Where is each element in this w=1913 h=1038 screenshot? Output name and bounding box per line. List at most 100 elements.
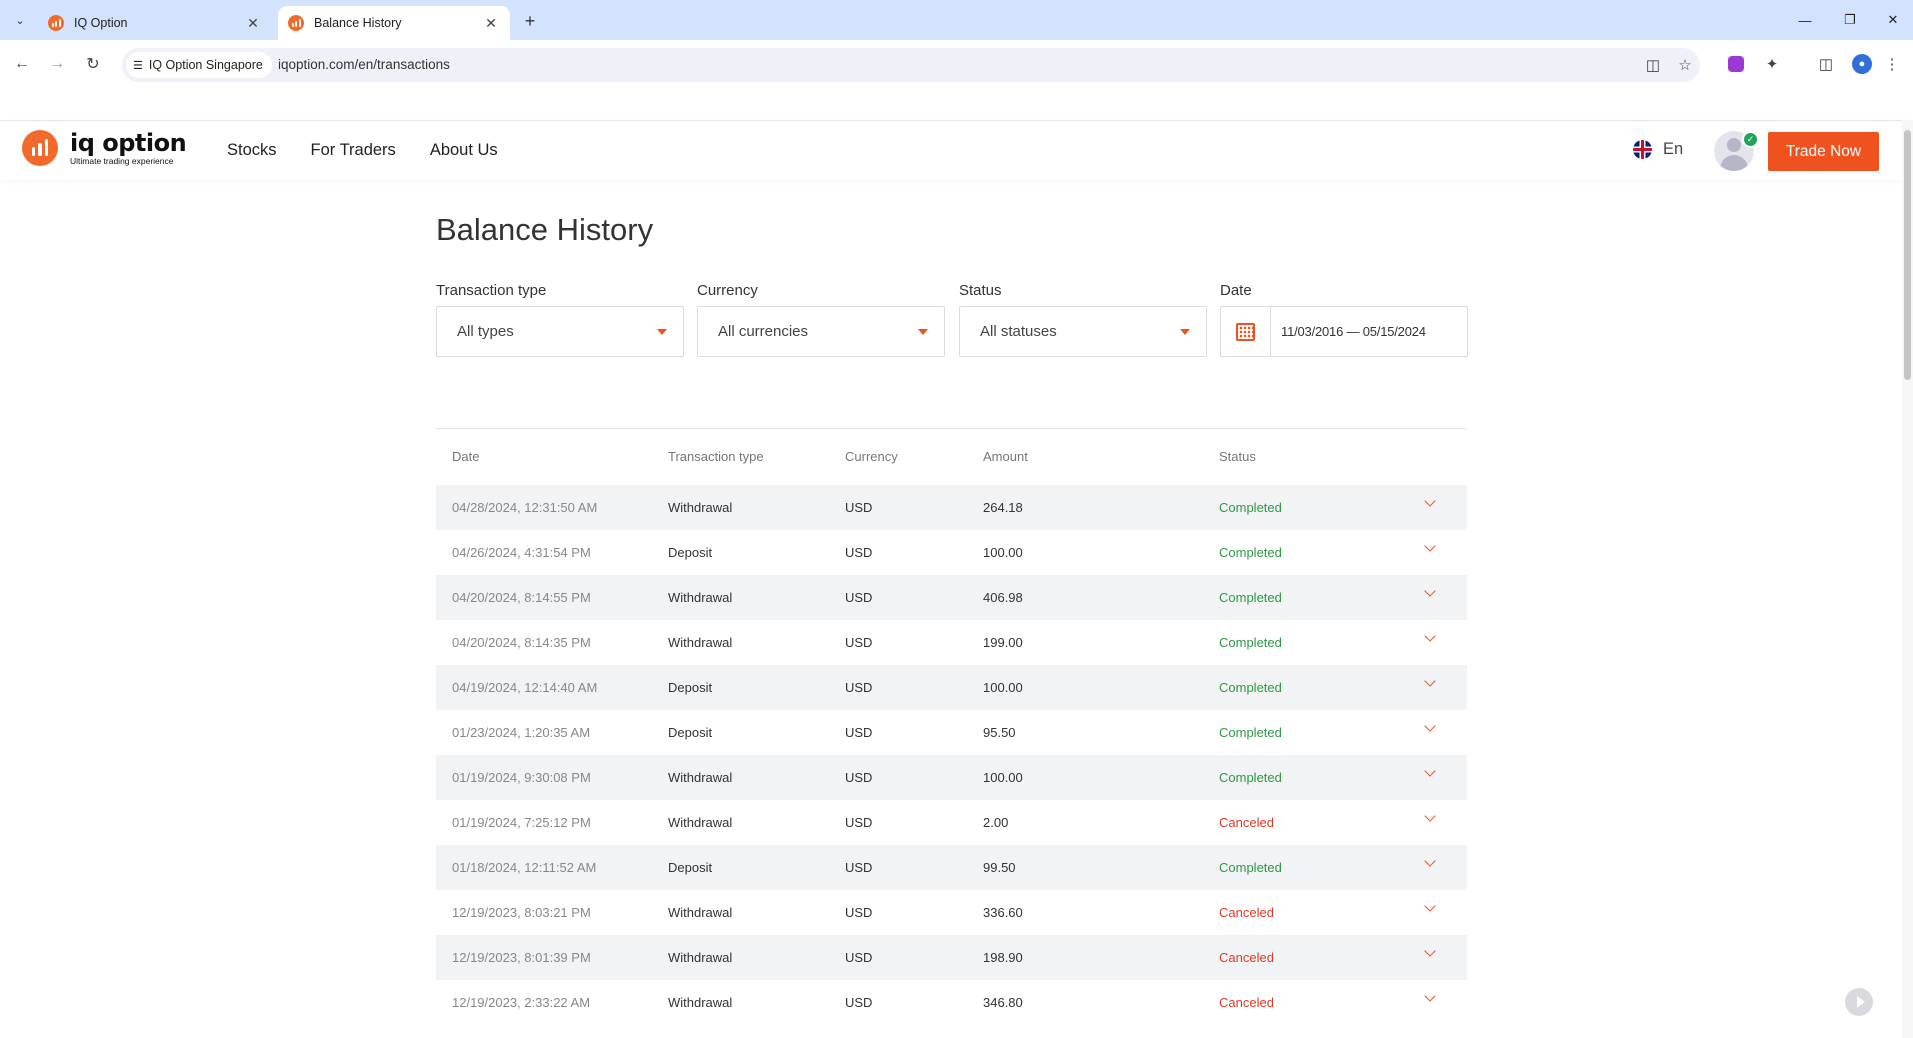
- play-icon[interactable]: [1845, 988, 1873, 1016]
- tab-balance-history[interactable]: Balance History ✕: [278, 6, 510, 40]
- cell-currency: USD: [845, 590, 873, 605]
- extension-purple-icon[interactable]: [1722, 50, 1750, 78]
- cell-transaction-type: Withdrawal: [668, 815, 733, 830]
- minimize-icon[interactable]: —: [1785, 6, 1825, 34]
- col-amount: Amount: [983, 449, 1028, 464]
- chevron-down-icon[interactable]: [1424, 675, 1436, 687]
- site-header: iq option Ultimate trading experience St…: [0, 120, 1913, 180]
- nav-stocks[interactable]: Stocks: [227, 141, 277, 160]
- cell-status: Completed: [1219, 635, 1282, 650]
- close-tab-icon[interactable]: ✕: [482, 14, 500, 32]
- side-panel-icon[interactable]: ◫: [1812, 50, 1840, 78]
- cell-currency: USD: [845, 770, 873, 785]
- table-row[interactable]: 01/19/2024, 7:25:12 PM Withdrawal USD 2.00 C…: [436, 800, 1467, 845]
- tab-search-icon[interactable]: ⌄: [8, 8, 32, 32]
- more-menu-icon[interactable]: ⋮: [1878, 50, 1906, 78]
- close-window-icon[interactable]: ✕: [1873, 6, 1913, 34]
- table-row[interactable]: 01/18/2024, 12:11:52 AM Deposit USD 99.50 Co…: [436, 845, 1467, 890]
- table-row[interactable]: 01/23/2024, 1:20:35 AM Deposit USD 95.50 Com…: [436, 710, 1467, 755]
- cell-amount: 198.90: [983, 950, 1023, 965]
- reload-icon[interactable]: ↻: [79, 50, 107, 78]
- trade-now-button[interactable]: Trade Now: [1768, 132, 1879, 171]
- extensions-puzzle-icon[interactable]: ✦: [1758, 50, 1786, 78]
- caret-down-icon: [1180, 329, 1190, 335]
- tab-iq-option[interactable]: IQ Option ✕: [38, 6, 272, 40]
- profile-icon[interactable]: ●: [1848, 50, 1876, 78]
- forward-icon[interactable]: →: [43, 50, 71, 78]
- date-range-value: 11/03/2016 — 05/15/2024: [1281, 324, 1426, 339]
- cell-status: Completed: [1219, 725, 1282, 740]
- cell-amount: 99.50: [983, 860, 1016, 875]
- cell-status: Canceled: [1219, 815, 1274, 830]
- chevron-down-icon[interactable]: [1424, 900, 1436, 912]
- cell-status: Completed: [1219, 545, 1282, 560]
- cell-currency: USD: [845, 500, 873, 515]
- table-row[interactable]: 04/28/2024, 12:31:50 AM Withdrawal USD 264.…: [436, 485, 1467, 530]
- cell-transaction-type: Withdrawal: [668, 590, 733, 605]
- table-row[interactable]: 12/19/2023, 8:01:39 PM Withdrawal USD 198.9…: [436, 935, 1467, 980]
- nav-about-us[interactable]: About Us: [430, 141, 498, 160]
- cell-transaction-type: Deposit: [668, 725, 713, 740]
- nav-for-traders[interactable]: For Traders: [311, 141, 396, 160]
- table-row[interactable]: 12/19/2023, 2:33:22 AM Withdrawal USD 346.8…: [436, 980, 1467, 1025]
- cell-transaction-type: Withdrawal: [668, 905, 733, 920]
- chevron-down-icon[interactable]: [1424, 540, 1436, 552]
- cell-date: 12/19/2023, 2:33:22 AM: [452, 995, 591, 1010]
- col-transaction-type: Transaction type: [668, 449, 764, 464]
- filter-transaction-type: Transaction type All types: [436, 282, 684, 357]
- cell-amount: 199.00: [983, 635, 1023, 650]
- chevron-down-icon[interactable]: [1424, 855, 1436, 867]
- language-label: En: [1663, 140, 1684, 158]
- cell-currency: USD: [845, 635, 873, 650]
- cell-transaction-type: Deposit: [668, 680, 713, 695]
- chevron-down-icon[interactable]: [1424, 990, 1436, 1002]
- chevron-down-icon[interactable]: [1424, 585, 1436, 597]
- chevron-down-icon[interactable]: [1424, 765, 1436, 777]
- currency-select[interactable]: All currencies: [697, 306, 945, 357]
- cell-status: Completed: [1219, 860, 1282, 875]
- install-app-icon[interactable]: ◫: [1642, 54, 1664, 76]
- iq-option-logo[interactable]: iq option Ultimate trading experience: [22, 130, 187, 166]
- caret-down-icon: [918, 329, 928, 335]
- status-select[interactable]: All statuses: [959, 306, 1207, 357]
- cell-date: 04/20/2024, 8:14:35 PM: [452, 635, 591, 650]
- site-info-chip[interactable]: ☰ IQ Option Singapore: [126, 52, 272, 78]
- browser-tab-strip: ⌄ IQ Option ✕ Balance History ✕ + — ❐ ✕: [0, 0, 1913, 40]
- cell-currency: USD: [845, 860, 873, 875]
- chevron-down-icon[interactable]: [1424, 630, 1436, 642]
- table-row[interactable]: 04/26/2024, 4:31:54 PM Deposit USD 100.00 Co…: [436, 530, 1467, 575]
- table-row[interactable]: 04/19/2024, 12:14:40 AM Deposit USD 100.00 C…: [436, 665, 1467, 710]
- chevron-down-icon[interactable]: [1424, 720, 1436, 732]
- address-bar[interactable]: ☰ IQ Option Singapore iqoption.com/en/tr…: [122, 48, 1700, 82]
- chevron-down-icon[interactable]: [1424, 495, 1436, 507]
- language-selector[interactable]: En: [1633, 140, 1683, 159]
- restore-icon[interactable]: ❐: [1830, 6, 1870, 34]
- date-range-field[interactable]: 11/03/2016 — 05/15/2024: [1220, 306, 1468, 357]
- transaction-type-select[interactable]: All types: [436, 306, 684, 357]
- page-scrollbar[interactable]: [1902, 120, 1913, 1038]
- main-nav: Stocks For Traders About Us: [227, 141, 498, 160]
- scrollbar-thumb[interactable]: [1904, 130, 1911, 380]
- cell-amount: 336.60: [983, 905, 1023, 920]
- url-text[interactable]: iqoption.com/en/transactions: [278, 57, 450, 72]
- uk-flag-icon: [1633, 140, 1652, 159]
- filter-date: Date 11/03/2016 — 05/15/2024: [1220, 282, 1468, 357]
- chevron-down-icon[interactable]: [1424, 810, 1436, 822]
- cell-status: Canceled: [1219, 950, 1274, 965]
- cell-transaction-type: Withdrawal: [668, 635, 733, 650]
- back-icon[interactable]: ←: [8, 50, 36, 78]
- table-row[interactable]: 01/19/2024, 9:30:08 PM Withdrawal USD 100.0…: [436, 755, 1467, 800]
- cell-date: 04/26/2024, 4:31:54 PM: [452, 545, 591, 560]
- chevron-down-icon[interactable]: [1424, 945, 1436, 957]
- calendar-icon: [1236, 322, 1255, 341]
- new-tab-button[interactable]: +: [518, 9, 542, 33]
- bookmark-star-icon[interactable]: ☆: [1674, 54, 1696, 76]
- cell-amount: 100.00: [983, 770, 1023, 785]
- cell-currency: USD: [845, 545, 873, 560]
- calendar-button[interactable]: [1221, 307, 1271, 356]
- table-row[interactable]: 04/20/2024, 8:14:55 PM Withdrawal USD 406.9…: [436, 575, 1467, 620]
- table-row[interactable]: 12/19/2023, 8:03:21 PM Withdrawal USD 336.6…: [436, 890, 1467, 935]
- close-tab-icon[interactable]: ✕: [244, 14, 262, 32]
- iq-option-favicon-icon: [48, 15, 64, 31]
- table-row[interactable]: 04/20/2024, 8:14:35 PM Withdrawal USD 199.0…: [436, 620, 1467, 665]
